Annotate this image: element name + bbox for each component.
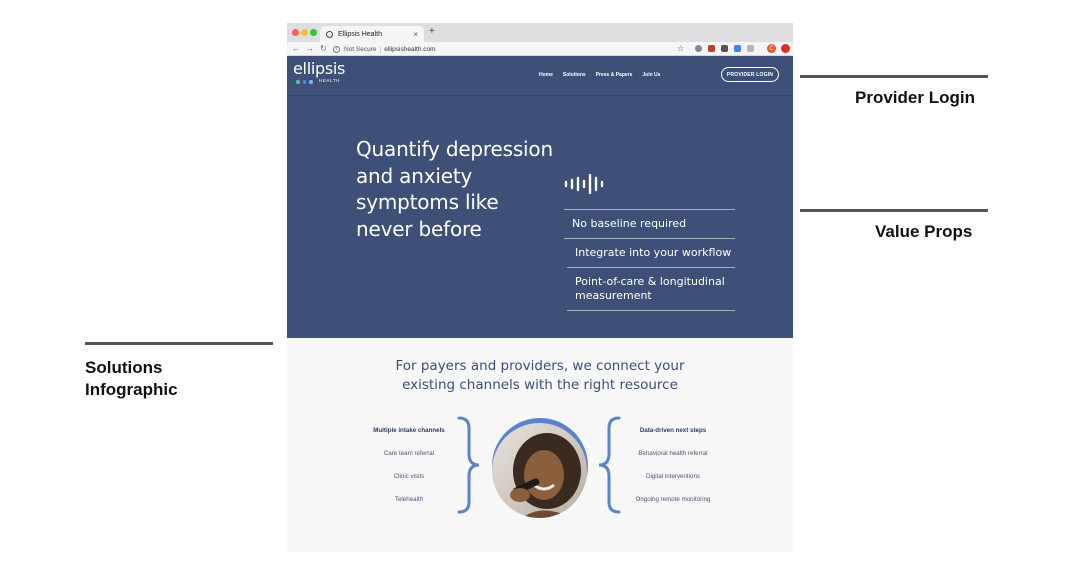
provider-login-annotation: Provider Login [855,88,975,107]
browser-window: Ellipsis Health × + ← → ↻ i Not Secure |… [287,23,793,552]
nav-press-papers[interactable]: Press & Papers [596,72,633,78]
main-nav: Home Solutions Press & Papers Join Us [539,72,660,78]
tab-title: Ellipsis Health [338,30,382,38]
soundwave-icon [564,174,604,194]
solutions-annotation-line1: Solutions [85,358,163,377]
value-prop-item: No baseline required [564,209,735,239]
woman-phone-photo [492,423,587,518]
url-text: ellipsishealth.com [384,45,436,53]
menu-extension-icon[interactable] [781,44,790,53]
tab-bar: Ellipsis Health × + [287,23,793,42]
document-extension-icon[interactable] [747,45,754,52]
shield-extension-icon[interactable] [708,45,715,52]
logo-wordmark: ellipsis [293,59,346,78]
value-props-list: No baseline required Integrate into your… [564,209,735,311]
site-header: ellipsis HEALTH Home Solutions Press & P… [287,56,793,96]
solutions-title: For payers and providers, we connect you… [287,357,793,395]
reload-icon[interactable]: ↻ [320,43,327,55]
value-props-annotation: Value Props [875,222,973,241]
provider-login-callout-line [800,75,988,78]
logo-dots-icon [296,80,313,84]
nav-home[interactable]: Home [539,72,553,78]
next-steps-column: Data-driven next steps Behavioral health… [603,427,743,503]
minimize-window-button[interactable] [301,29,308,36]
extension-icon[interactable] [695,45,702,52]
forward-arrow-icon[interactable]: → [306,43,314,55]
info-icon[interactable]: i [333,45,340,53]
globe-icon [326,30,333,38]
bookmark-star-icon[interactable]: ☆ [677,43,684,55]
solutions-annotation-line2: Infographic [85,380,178,399]
provider-login-button[interactable]: PROVIDER LOGIN [721,67,779,82]
value-prop-item: Point-of-care & longitudinal measurement [567,268,735,311]
next-step-item: Ongoing remote monitoring [635,496,711,503]
maximize-window-button[interactable] [310,29,317,36]
new-tab-button[interactable]: + [429,27,435,37]
close-tab-icon[interactable]: × [413,30,418,39]
url-field[interactable]: i Not Secure | ellipsishealth.com [333,43,693,55]
logo-subtitle: HEALTH [319,78,341,83]
solutions-title-line: existing channels with the right resourc… [402,377,678,393]
hero-headline: Quantify depression and anxiety symptoms… [356,137,553,241]
right-brace-icon [457,416,480,514]
back-arrow-icon[interactable]: ← [292,43,300,55]
next-step-item: Digital interventions [646,473,700,480]
chat-extension-icon[interactable] [734,45,741,52]
solutions-callout-line [85,342,273,345]
browser-tab[interactable]: Ellipsis Health × [320,26,424,42]
nav-solutions[interactable]: Solutions [563,72,586,78]
hero-section: ellipsis HEALTH Home Solutions Press & P… [287,56,793,338]
value-prop-item: Integrate into your workflow [567,239,735,268]
security-label: Not Secure [344,45,377,53]
nav-join-us[interactable]: Join Us [642,72,660,78]
profile-avatar[interactable]: C [767,44,776,53]
value-props-callout-line [800,209,988,212]
bird-extension-icon[interactable] [721,45,728,52]
address-bar: ← → ↻ i Not Secure | ellipsishealth.com … [287,42,793,56]
solutions-title-line: For payers and providers, we connect you… [395,358,685,374]
url-separator: | [379,45,382,53]
close-window-button[interactable] [292,29,299,36]
next-step-item: Behavioral health referral [638,450,708,457]
next-steps-heading: Data-driven next steps [639,427,707,434]
